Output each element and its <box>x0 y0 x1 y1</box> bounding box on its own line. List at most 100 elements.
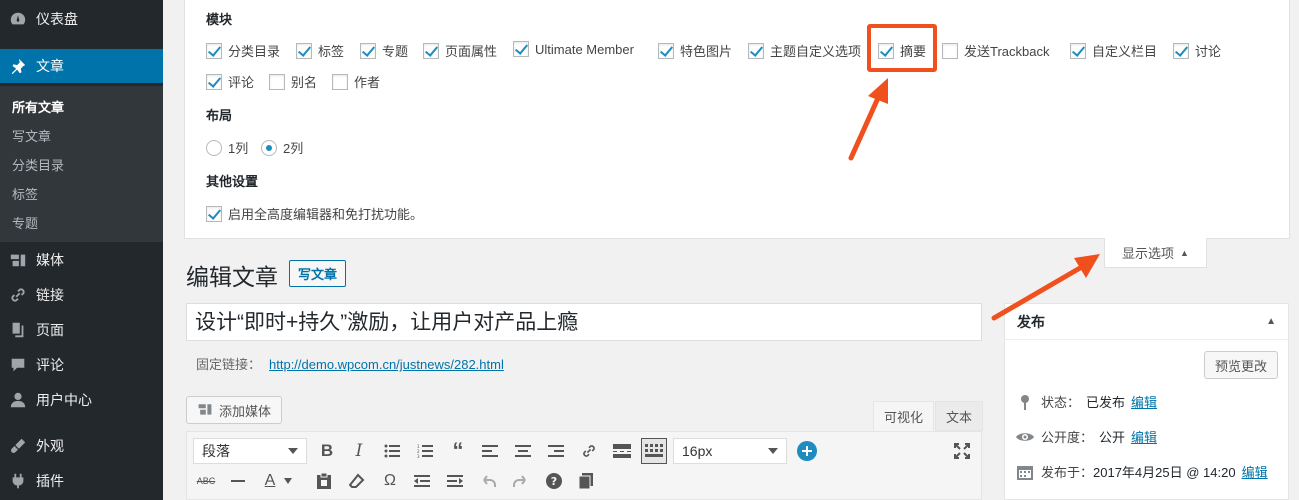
module-option-categories[interactable]: 分类目录 <box>206 41 280 60</box>
sidebar-item-comments[interactable]: 评论 <box>0 348 163 382</box>
checkbox[interactable] <box>269 73 285 90</box>
edit-visibility-link[interactable]: 编辑 <box>1131 427 1157 446</box>
submenu-all-posts[interactable]: 所有文章 <box>12 97 64 116</box>
strikethrough-icon[interactable]: ABC <box>193 468 219 494</box>
submenu-topics[interactable]: 专题 <box>12 213 38 232</box>
bold-icon[interactable]: B <box>314 438 340 464</box>
indent-icon[interactable] <box>442 468 468 494</box>
toolbar-toggle-icon[interactable] <box>641 438 667 464</box>
edit-status-link[interactable]: 编辑 <box>1131 392 1157 411</box>
fullscreen-icon[interactable] <box>949 438 975 464</box>
checkbox[interactable] <box>1070 42 1086 59</box>
checkbox[interactable] <box>360 42 376 59</box>
screen-options-toggle[interactable]: 显示选项 ▲ <box>1104 238 1207 268</box>
submenu-categories[interactable]: 分类目录 <box>12 155 64 174</box>
outdent-icon[interactable] <box>409 468 435 494</box>
help-icon[interactable]: ? <box>541 468 567 494</box>
align-left-icon[interactable] <box>477 438 503 464</box>
checkbox[interactable] <box>513 41 529 57</box>
redo-icon[interactable] <box>508 468 534 494</box>
horizontal-line-icon[interactable] <box>225 468 251 494</box>
italic-icon[interactable]: I <box>346 438 372 464</box>
page-icon <box>0 321 36 339</box>
add-media-button[interactable]: 添加媒体 <box>186 396 283 424</box>
checkbox[interactable] <box>206 205 222 222</box>
bullet-list-icon[interactable] <box>379 438 405 464</box>
submenu-tags[interactable]: 标签 <box>12 184 38 203</box>
module-option-theme-custom[interactable]: 主题自定义选项 <box>748 41 861 60</box>
checkbox[interactable] <box>296 42 312 59</box>
triangle-up-icon[interactable]: ▲ <box>1266 316 1276 327</box>
checkbox[interactable] <box>332 73 348 90</box>
undo-icon[interactable] <box>475 468 501 494</box>
preview-changes-button[interactable]: 预览更改 <box>1204 351 1279 379</box>
copy-icon[interactable] <box>573 468 599 494</box>
submenu-new-post[interactable]: 写文章 <box>12 126 51 145</box>
module-option-tags[interactable]: 标签 <box>296 41 344 60</box>
status-value: 已发布 <box>1086 395 1126 410</box>
format-select-value: 段落 <box>202 443 230 459</box>
published-date-row: 发布于： 2017年4月25日 @ 14:20 编辑 <box>1015 462 1268 481</box>
radio[interactable] <box>206 139 222 156</box>
eraser-icon[interactable] <box>344 468 370 494</box>
tab-visual[interactable]: 可视化 <box>873 401 935 431</box>
sidebar-item-dashboard[interactable]: 仪表盘 <box>0 2 163 36</box>
sidebar-item-appearance[interactable]: 外观 <box>0 429 163 463</box>
permalink-url[interactable]: http://demo.wpcom.cn/justnews/282.html <box>269 357 504 372</box>
radio[interactable] <box>261 139 277 156</box>
font-size-select[interactable]: 16px <box>673 438 787 464</box>
numbered-list-icon[interactable]: 123 <box>412 438 438 464</box>
sidebar-item-media[interactable]: 媒体 <box>0 243 163 277</box>
checkbox[interactable] <box>1173 42 1189 59</box>
module-option-comments[interactable]: 评论 <box>206 72 254 91</box>
read-more-icon[interactable] <box>609 438 635 464</box>
align-center-icon[interactable] <box>510 438 536 464</box>
link-icon[interactable] <box>576 438 602 464</box>
blockquote-icon[interactable]: “ <box>445 438 471 464</box>
module-option-topics[interactable]: 专题 <box>360 41 408 60</box>
option-label: 主题自定义选项 <box>770 44 862 59</box>
sidebar-item-user-center[interactable]: 用户中心 <box>0 383 163 417</box>
post-title-input[interactable]: 设计“即时+持久”激励，让用户对产品上瘾 <box>186 303 982 341</box>
option-label: 专题 <box>382 44 409 59</box>
publish-box-header[interactable]: 发布 ▲ <box>1005 304 1288 340</box>
module-option-discussion[interactable]: 讨论 <box>1173 41 1221 60</box>
module-option-author[interactable]: 作者 <box>332 72 380 91</box>
other-option-fullheight-editor[interactable]: 启用全高度编辑器和免打扰功能。 <box>206 204 423 223</box>
paste-text-icon[interactable] <box>311 468 337 494</box>
sidebar-item-pages[interactable]: 页面 <box>0 313 163 347</box>
plugin-icon <box>0 472 36 490</box>
checkbox[interactable] <box>423 42 439 59</box>
editor-toolbar: 段落 B I 123 “ 16px ABC A Ω ? <box>186 431 982 500</box>
module-option-trackback[interactable]: 发送Trackback <box>942 41 1049 60</box>
tab-text[interactable]: 文本 <box>935 401 984 431</box>
excerpt-highlight-box <box>867 24 937 72</box>
checkbox[interactable] <box>942 42 958 59</box>
checkbox[interactable] <box>658 42 674 59</box>
plus-circle-icon[interactable] <box>794 438 820 464</box>
sidebar-item-posts[interactable]: 文章 <box>0 49 163 83</box>
format-select[interactable]: 段落 <box>193 438 307 464</box>
checkbox[interactable] <box>206 42 222 59</box>
sidebar-item-plugins[interactable]: 插件 <box>0 464 163 498</box>
chevron-down-icon <box>768 448 778 454</box>
module-option-featured-image[interactable]: 特色图片 <box>658 41 732 60</box>
text-color-icon[interactable]: A <box>257 468 283 494</box>
sidebar-item-label: 评论 <box>36 357 64 373</box>
module-option-custom-fields[interactable]: 自定义栏目 <box>1070 41 1157 60</box>
module-option-slug[interactable]: 别名 <box>269 72 317 91</box>
checkbox[interactable] <box>206 73 222 90</box>
omega-icon[interactable]: Ω <box>377 468 403 494</box>
sidebar-item-links[interactable]: 链接 <box>0 278 163 312</box>
sidebar-item-label: 外观 <box>36 438 64 454</box>
edit-date-link[interactable]: 编辑 <box>1242 462 1268 481</box>
module-option-ultimate-member[interactable]: Ultimate Member <box>513 41 634 57</box>
screen-options-panel: 模块 分类目录 标签 专题 页面属性 Ultimate Member 特色图片 … <box>184 0 1290 239</box>
align-right-icon[interactable] <box>543 438 569 464</box>
layout-option-2col[interactable]: 2列 <box>261 138 303 157</box>
chevron-down-icon[interactable] <box>281 468 295 494</box>
module-option-page-attributes[interactable]: 页面属性 <box>423 41 497 60</box>
layout-option-1col[interactable]: 1列 <box>206 138 248 157</box>
checkbox[interactable] <box>748 42 764 59</box>
add-new-post-button[interactable]: 写文章 <box>289 260 347 287</box>
